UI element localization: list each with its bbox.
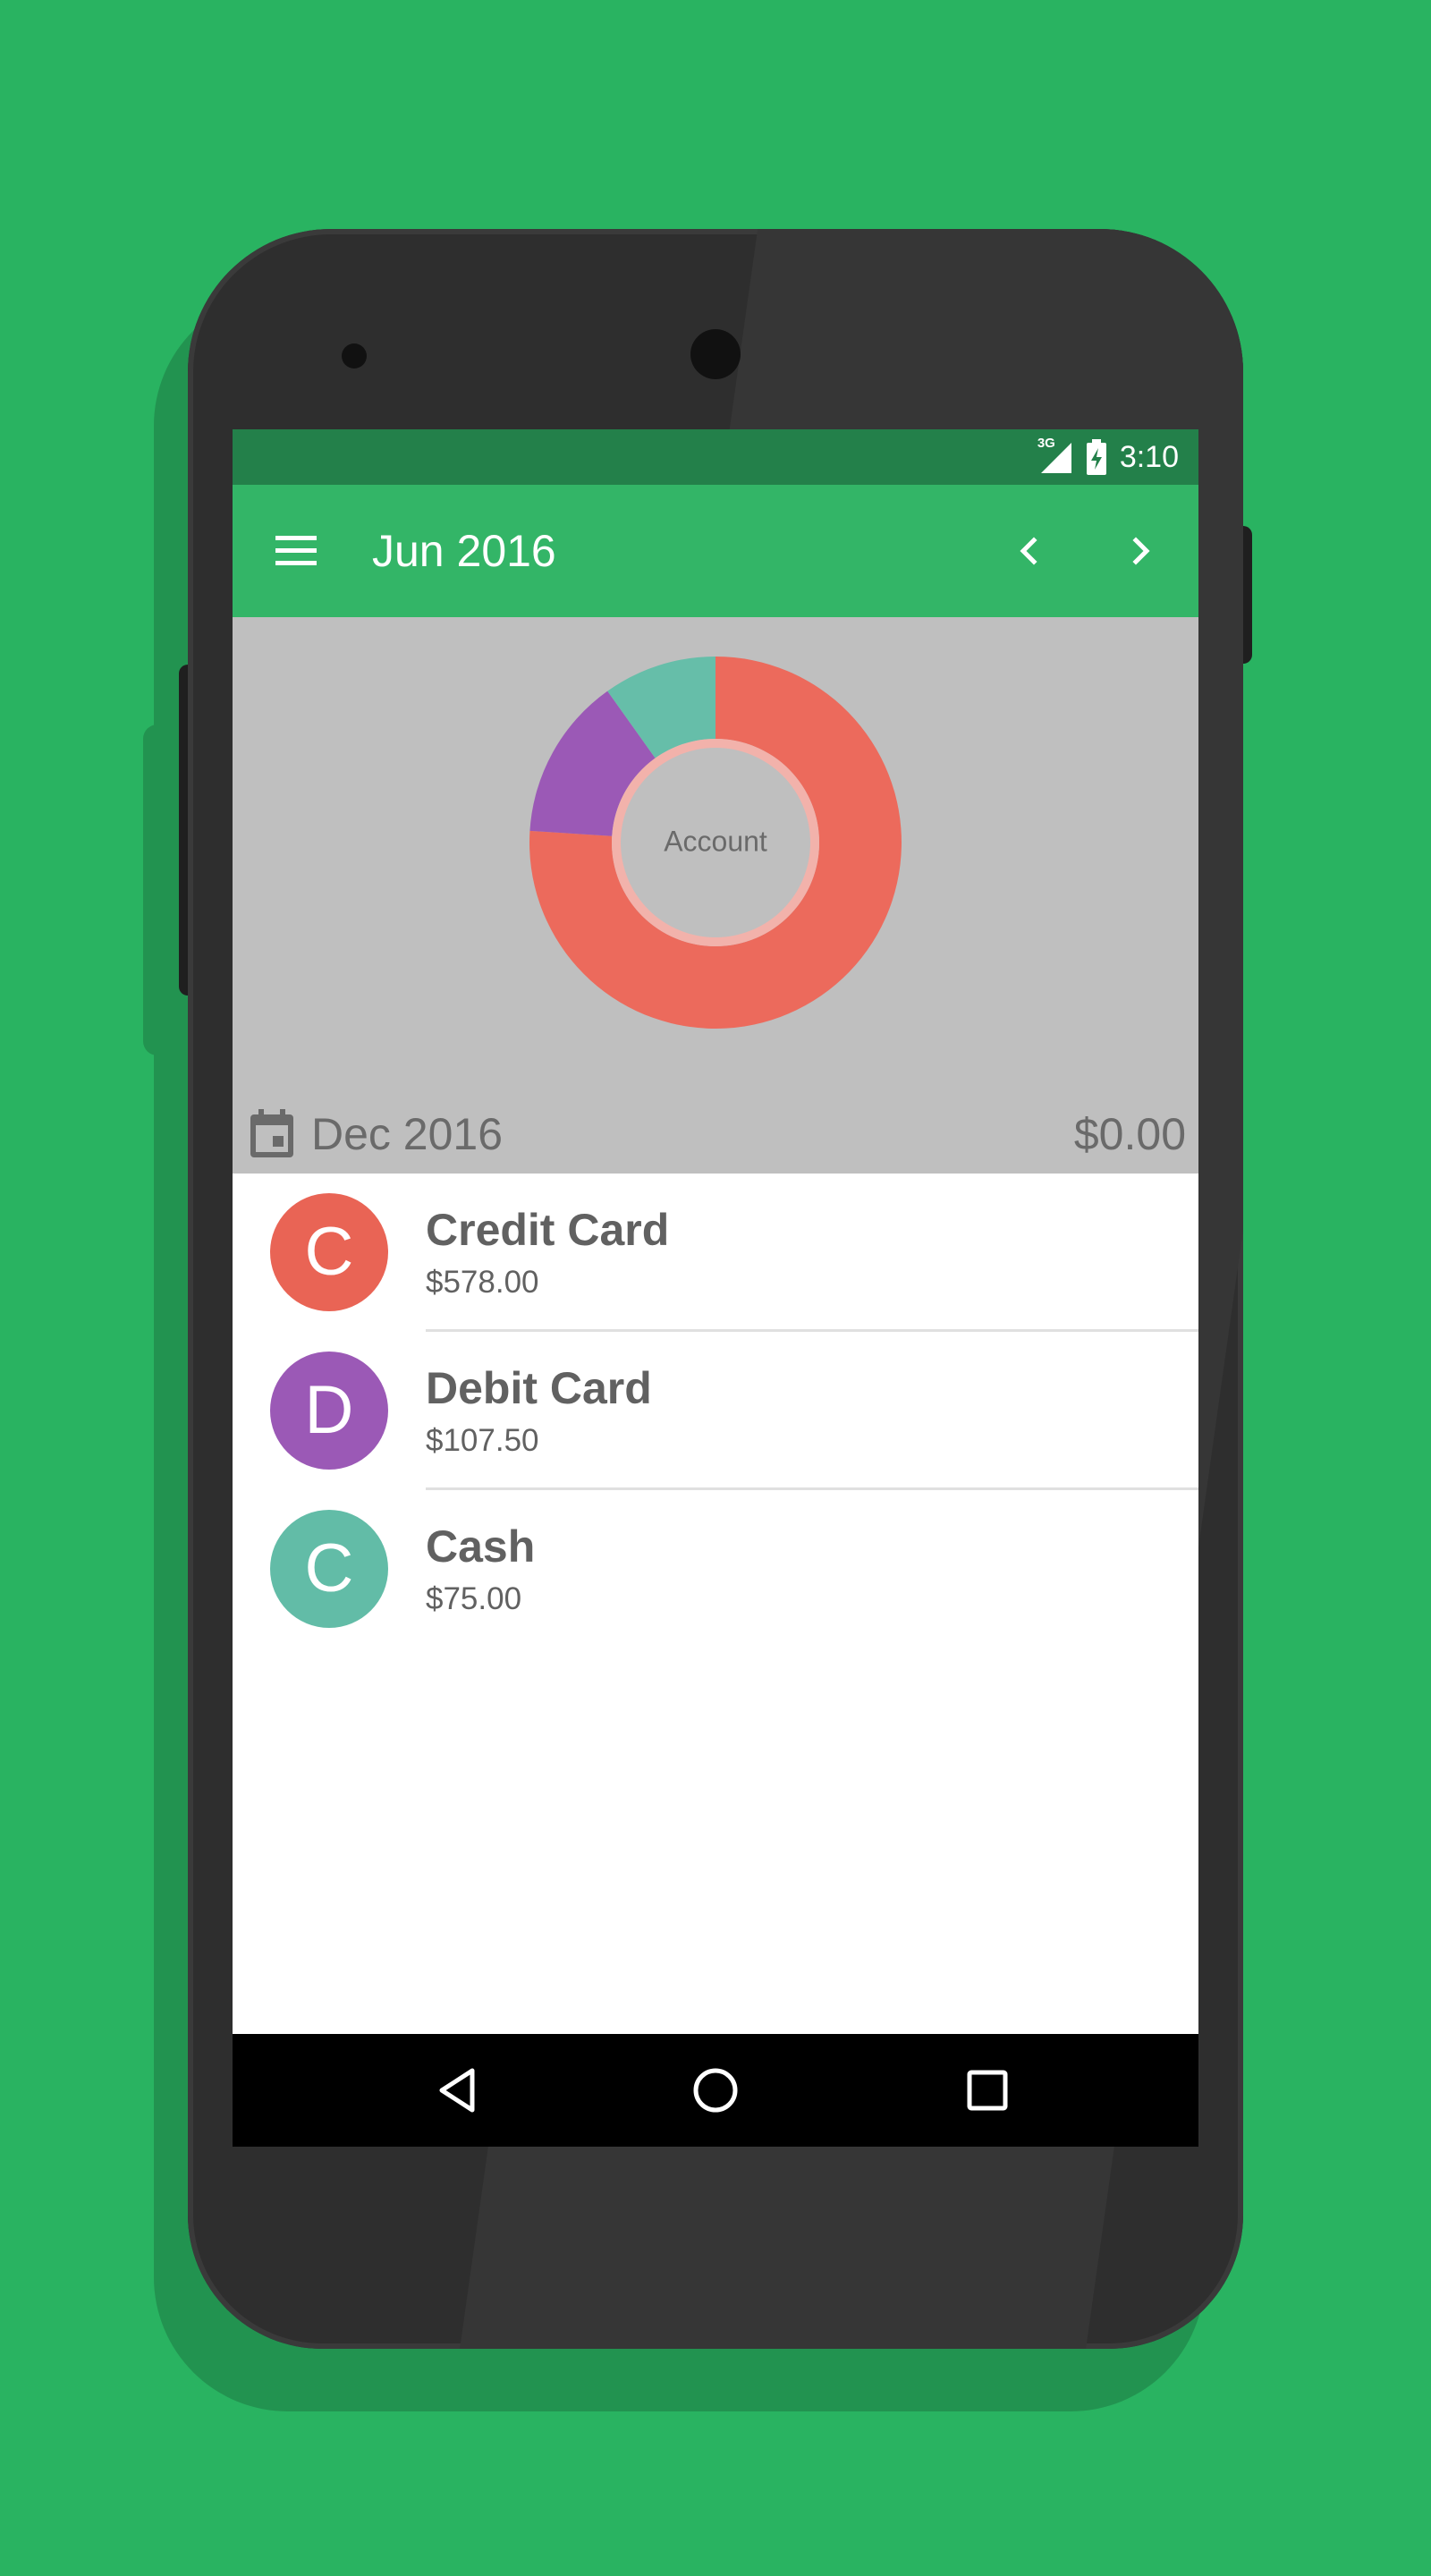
app-screen: 3G 3:10 Jun 2016 Account Dec 2016 $0.00 … (233, 429, 1198, 2147)
network-signal-icon: 3G (1037, 436, 1073, 475)
account-name: Credit Card (426, 1205, 670, 1255)
account-row-debit-card[interactable]: D Debit Card $107.50 (233, 1332, 1198, 1490)
period-selector[interactable]: Dec 2016 (249, 1108, 503, 1160)
account-avatar: C (270, 1193, 388, 1311)
account-list: C Credit Card $578.00 D Debit Card $107.… (233, 1174, 1198, 1648)
chevron-right-icon[interactable] (1114, 524, 1168, 578)
chevron-left-icon[interactable] (1002, 524, 1055, 578)
app-title: Jun 2016 (372, 526, 556, 576)
battery-charging-icon (1086, 439, 1106, 475)
calendar-icon (250, 1109, 293, 1157)
front-camera (690, 329, 741, 379)
account-row-credit-card[interactable]: C Credit Card $578.00 (233, 1174, 1198, 1332)
status-icons: 3G 3:10 (1037, 429, 1179, 485)
period-date: Dec 2016 (311, 1109, 504, 1159)
account-amount: $107.50 (426, 1423, 539, 1458)
system-nav-bar (233, 2034, 1198, 2147)
home-circle-icon[interactable] (687, 2062, 744, 2119)
back-triangle-icon[interactable] (431, 2062, 488, 2119)
menu-icon[interactable] (270, 524, 324, 578)
account-name: Cash (426, 1521, 536, 1572)
recents-square-icon[interactable] (959, 2062, 1016, 2119)
account-donut-chart: Account (529, 657, 902, 1029)
chart-panel: Account Dec 2016 $0.00 (233, 617, 1198, 1174)
account-row-cash[interactable]: C Cash $75.00 (233, 1490, 1198, 1648)
proximity-sensor (342, 343, 367, 369)
app-bar: Jun 2016 (233, 485, 1198, 617)
period-total: $0.00 (1073, 1109, 1186, 1159)
account-avatar: C (270, 1510, 388, 1628)
status-time: 3:10 (1119, 439, 1179, 474)
account-name: Debit Card (426, 1363, 652, 1413)
account-amount: $75.00 (426, 1581, 522, 1616)
donut-center-label: Account (664, 825, 767, 857)
network-type-label: 3G (1037, 436, 1055, 451)
account-avatar: D (270, 1352, 388, 1470)
status-bar: 3G 3:10 (233, 429, 1198, 485)
period-row: Dec 2016 $0.00 (249, 1107, 1186, 1161)
account-amount: $578.00 (426, 1265, 539, 1300)
